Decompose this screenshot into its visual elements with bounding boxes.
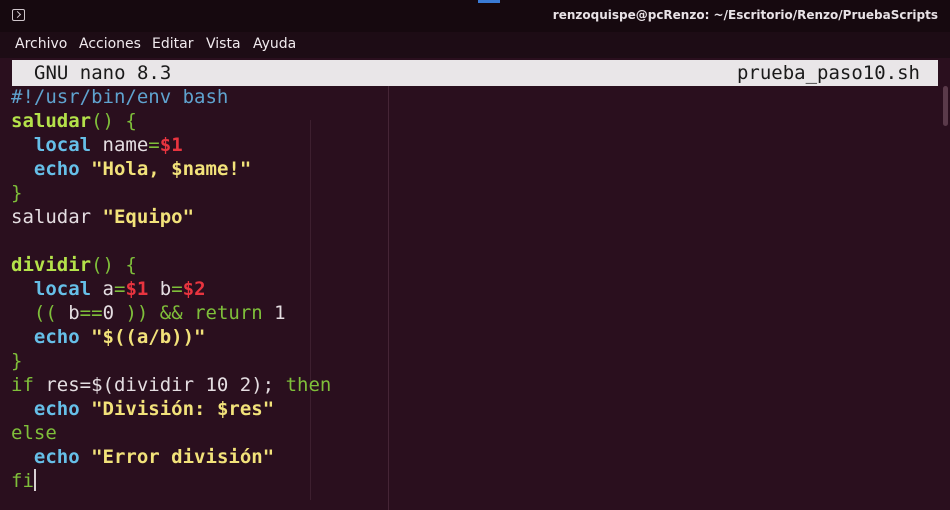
code-line: }	[11, 349, 941, 373]
scrollbar[interactable]	[943, 86, 948, 126]
code-line: echo "Hola, $name!"	[11, 157, 941, 181]
code-token-text: res=$(dividir 10 2);	[33, 374, 286, 396]
code-line: }	[11, 181, 941, 205]
window-title-bar[interactable]: renzoquispe@pcRenzo: ~/Escritorio/Renzo/…	[0, 0, 950, 33]
code-token-builtin: echo	[33, 446, 80, 468]
code-token-keyword: fi	[11, 470, 34, 492]
code-token-builtin: echo	[33, 158, 80, 180]
code-token-builtin: echo	[33, 326, 80, 348]
code-token-keyword: then	[285, 374, 332, 396]
code-token-function: dividir	[11, 254, 92, 276]
code-line: echo "División: $res"	[11, 397, 941, 421]
code-line: fi	[11, 469, 941, 493]
menu-vista[interactable]: Vista	[206, 36, 241, 52]
code-token-keyword: if	[11, 374, 34, 396]
code-token-function: saludar	[11, 110, 92, 132]
code-token-string: "Equipo"	[102, 206, 195, 228]
code-line: (( b==0 )) && return 1	[11, 301, 941, 325]
window-title: renzoquispe@pcRenzo: ~/Escritorio/Renzo/…	[552, 8, 938, 22]
code-token-text: name	[91, 134, 149, 156]
code-token-text: 0	[102, 302, 115, 324]
code-token-string: "Hola, $name!"	[91, 158, 252, 180]
code-token-keyword: }	[11, 182, 23, 204]
code-token-keyword: () {	[91, 110, 137, 132]
code-token-text: a	[91, 278, 114, 300]
code-token-keyword: return	[194, 302, 263, 324]
code-line: local name=$1	[11, 133, 941, 157]
code-line: echo "$((a/b))"	[11, 325, 941, 349]
code-token-comment: #!/usr/bin/env bash	[11, 86, 229, 108]
text-cursor	[33, 469, 36, 491]
code-token-text: b	[148, 278, 172, 300]
window-indicator	[478, 0, 500, 3]
code-token-variable: $1	[125, 278, 149, 300]
code-line: #!/usr/bin/env bash	[11, 85, 941, 109]
nano-version: GNU nano 8.3	[34, 62, 172, 84]
code-line: saludar "Equipo"	[11, 205, 941, 229]
code-line: saludar() {	[11, 109, 941, 133]
code-token-keyword: }	[11, 350, 23, 372]
code-line: echo "Error división"	[11, 445, 941, 469]
menu-acciones[interactable]: Acciones	[79, 36, 141, 52]
nano-filename: prueba_paso10.sh	[736, 62, 920, 84]
menu-archivo[interactable]: Archivo	[15, 36, 67, 52]
code-token-builtin: local	[33, 278, 92, 300]
code-token-keyword: =	[113, 278, 126, 300]
code-token-keyword: ((	[33, 302, 57, 324]
code-token-keyword: =	[171, 278, 183, 300]
code-line: dividir() {	[11, 253, 941, 277]
code-token-text: saludar	[11, 206, 103, 228]
terminal-icon	[12, 9, 25, 21]
code-token-string: "División: $res"	[91, 398, 275, 420]
menu-bar: Archivo Acciones Editar Vista Ayuda	[0, 32, 950, 58]
code-token-keyword: )) &&	[114, 302, 195, 324]
nano-header-bar: GNU nano 8.3 prueba_paso10.sh	[12, 60, 938, 86]
code-token-variable: $1	[159, 134, 183, 156]
code-token-builtin: local	[33, 134, 92, 156]
code-token-keyword: () {	[91, 254, 137, 276]
code-token-text: b	[56, 302, 80, 324]
code-line: else	[11, 421, 941, 445]
code-token-string: "Error división"	[91, 446, 275, 468]
code-token-keyword: else	[11, 422, 57, 444]
editor-text-area[interactable]: #!/usr/bin/env bash saludar() { local nam…	[11, 85, 941, 493]
code-token-builtin: echo	[33, 398, 80, 420]
code-line: local a=$1 b=$2	[11, 277, 941, 301]
code-token-keyword: =	[148, 134, 160, 156]
menu-ayuda[interactable]: Ayuda	[253, 36, 296, 52]
code-line: if res=$(dividir 10 2); then	[11, 373, 941, 397]
code-token-variable: $2	[182, 278, 206, 300]
code-token-keyword: ==	[79, 302, 103, 324]
code-token-text: 1	[262, 302, 286, 324]
code-token-string: "$((a/b))"	[91, 326, 206, 348]
menu-editar[interactable]: Editar	[152, 36, 193, 52]
